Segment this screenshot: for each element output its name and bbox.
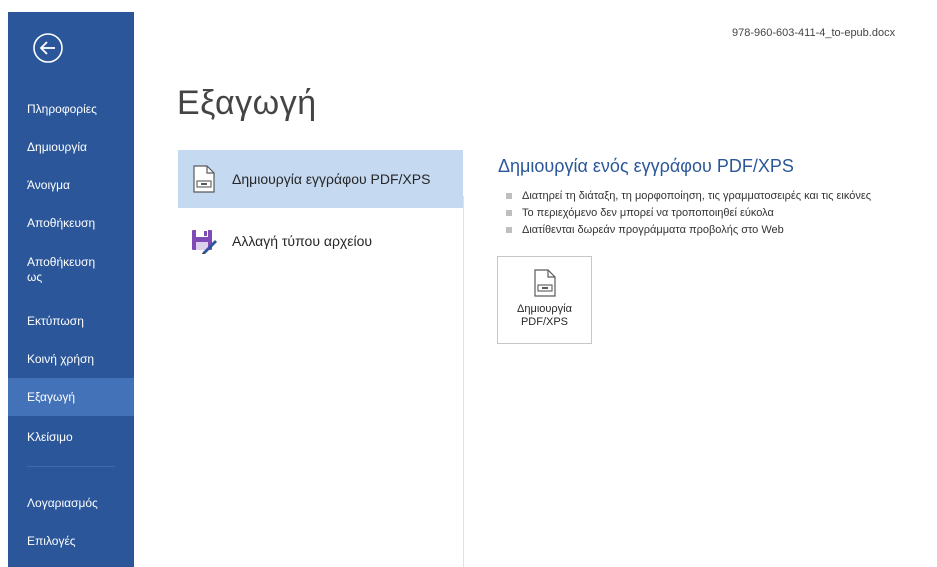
sidebar-item-label: Λογαριασμός [27,495,98,510]
button-label-line2: PDF/XPS [520,316,569,328]
option-label: Δημιουργία εγγράφου PDF/XPS [232,171,431,187]
sidebar-divider [27,466,115,467]
sidebar-item-export[interactable]: Εξαγωγή [8,378,134,416]
pdf-document-icon [533,269,556,297]
sidebar-item-info[interactable]: Πληροφορίες [8,90,134,128]
bullet-square-icon [506,210,512,216]
detail-bullet: Διατηρεί τη διάταξη, τη μορφοποίηση, τις… [506,188,871,205]
create-pdf-xps-button-label: Δημιουργία PDF/XPS [517,303,572,329]
sidebar-item-options[interactable]: Επιλογές [8,522,134,560]
sidebar-item-label: Κοινή χρήση [27,351,95,366]
sidebar-item-label: Επιλογές [27,533,76,548]
page-title: Εξαγωγή [177,84,317,122]
detail-bullet: Διατίθενται δωρεάν προγράμματα προβολής … [506,222,871,239]
detail-bullet: Το περιεχόμενο δεν μπορεί να τροποποιηθε… [506,205,871,222]
export-pane: 978-960-603-411-4_to-epub.docx Εξαγωγή Δ… [134,12,937,567]
sidebar-item-label: Αποθήκευση [27,215,96,230]
back-arrow-icon [33,33,63,63]
bullet-square-icon [506,227,512,233]
change-file-type-icon [190,225,218,257]
sidebar-item-label: Δημιουργία [27,139,87,154]
backstage-sidebar: Πληροφορίες Δημιουργία Άνοιγμα Αποθήκευσ… [8,12,134,567]
detail-heading: Δημιουργία ενός εγγράφου PDF/XPS [498,156,794,176]
sidebar-item-close[interactable]: Κλείσιμο [8,418,134,456]
detail-bullet-text: Το περιεχόμενο δεν μπορεί να τροποποιηθε… [522,207,774,219]
sidebar-item-print[interactable]: Εκτύπωση [8,302,134,340]
sidebar-item-label: Αποθήκευση ως [27,255,96,284]
backstage-view: Πληροφορίες Δημιουργία Άνοιγμα Αποθήκευσ… [0,0,937,567]
sidebar-item-label: Εξαγωγή [27,389,76,404]
sidebar-item-label: Εκτύπωση [27,313,84,328]
option-change-file-type[interactable]: Αλλαγή τύπου αρχείου [178,212,463,270]
back-button[interactable] [32,32,64,64]
sidebar-item-label: Άνοιγμα [27,177,70,192]
detail-bullet-list: Διατηρεί τη διάταξη, τη μορφοποίηση, τις… [506,188,871,239]
sidebar-item-save-as[interactable]: Αποθήκευση ως [8,244,134,296]
detail-bullet-text: Διατηρεί τη διάταξη, τη μορφοποίηση, τις… [522,190,872,202]
pdf-document-icon [190,163,218,195]
bullet-square-icon [506,193,512,199]
create-pdf-xps-button[interactable]: Δημιουργία PDF/XPS [497,256,592,344]
sidebar-item-new[interactable]: Δημιουργία [8,128,134,166]
sidebar-item-share[interactable]: Κοινή χρήση [8,340,134,378]
detail-bullet-text: Διατίθενται δωρεάν προγράμματα προβολής … [522,224,784,236]
document-filename: 978-960-603-411-4_to-epub.docx [732,27,896,39]
sidebar-item-account[interactable]: Λογαριασμός [8,484,134,522]
button-label-line1: Δημιουργία [517,303,572,315]
sidebar-item-save[interactable]: Αποθήκευση [8,204,134,242]
sidebar-item-label: Κλείσιμο [27,429,73,444]
pane-divider [463,196,464,567]
option-label: Αλλαγή τύπου αρχείου [232,233,373,249]
sidebar-item-open[interactable]: Άνοιγμα [8,166,134,204]
sidebar-item-label: Πληροφορίες [27,101,97,116]
option-create-pdf-xps[interactable]: Δημιουργία εγγράφου PDF/XPS [178,150,463,208]
top-strip [0,0,937,12]
